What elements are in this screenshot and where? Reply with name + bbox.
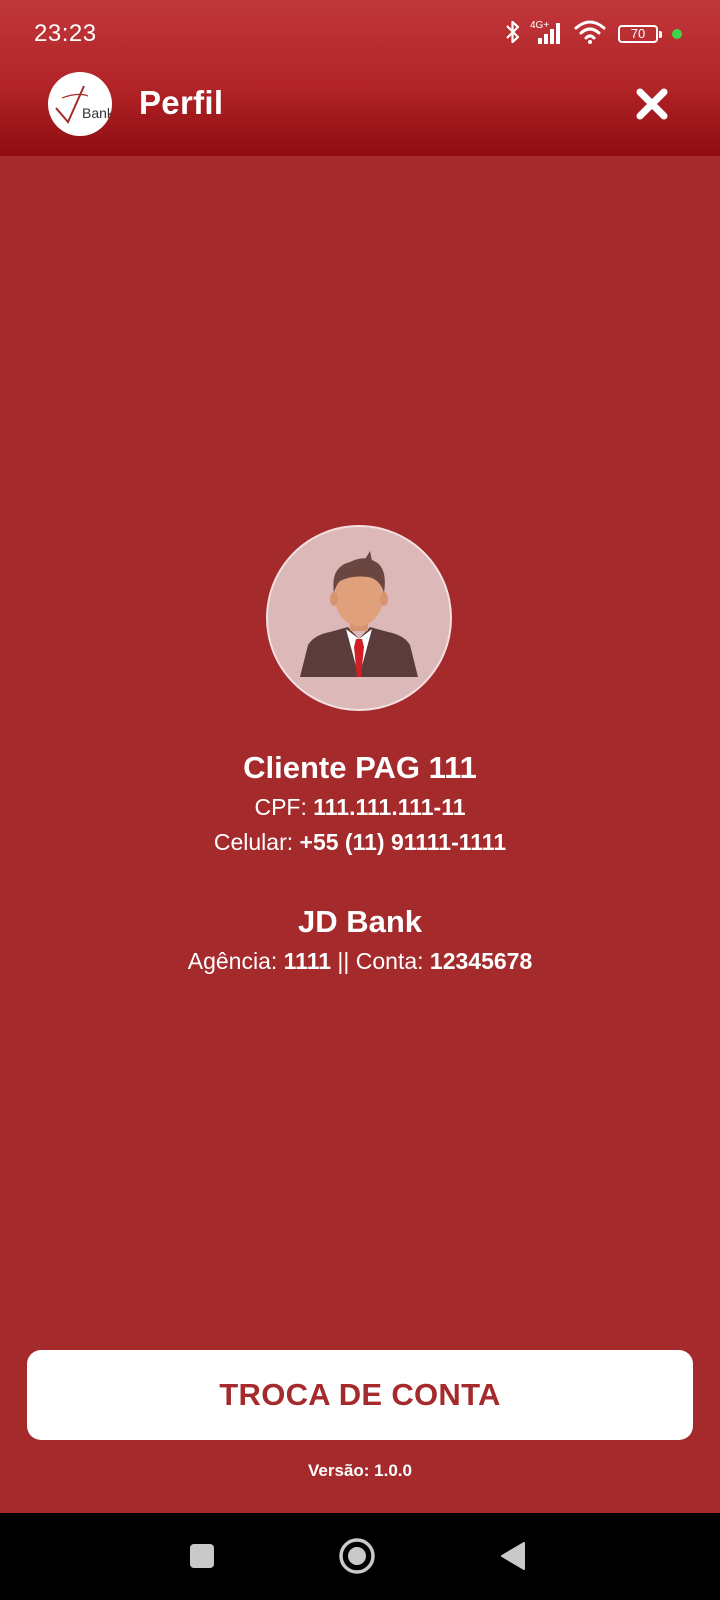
status-icons: 4G+ 70 bbox=[496, 18, 682, 50]
network-type-label: 4G+ bbox=[530, 20, 549, 31]
switch-account-button[interactable]: TROCA DE CONTA bbox=[27, 1350, 693, 1440]
signal-icon: 4G+ bbox=[530, 18, 566, 51]
account-label: Conta: bbox=[355, 948, 424, 974]
agency-label: Agência: bbox=[187, 948, 278, 974]
top-bar: 23:23 4G+ 70 Bank Perfil bbox=[0, 0, 720, 156]
bank-logo: Bank bbox=[48, 72, 112, 136]
bluetooth-icon bbox=[504, 19, 522, 50]
recents-icon bbox=[190, 1544, 214, 1568]
profile-info: Cliente PAG 111 CPF: 111.111.111-11 Celu… bbox=[0, 746, 720, 860]
page-title: Perfil bbox=[139, 84, 224, 121]
phone-value: +55 (11) 91111-1111 bbox=[299, 829, 507, 855]
recents-button[interactable] bbox=[179, 1533, 225, 1579]
version-text: Versão: 1.0.0 bbox=[308, 1461, 412, 1480]
status-bar: 23:23 4G+ 70 bbox=[0, 0, 720, 70]
home-button[interactable] bbox=[334, 1533, 380, 1579]
cpf-value: 111.111.111-11 bbox=[313, 794, 466, 820]
close-icon bbox=[636, 88, 668, 120]
system-nav-bar bbox=[0, 1513, 720, 1600]
back-button[interactable] bbox=[490, 1533, 536, 1579]
app-header: Bank Perfil bbox=[0, 70, 720, 156]
client-name: Cliente PAG 111 bbox=[243, 750, 477, 785]
bank-info: JD Bank Agência: 1111 || Conta: 12345678 bbox=[0, 900, 720, 979]
phone-line: Celular: +55 (11) 91111-1111 bbox=[0, 825, 720, 860]
separator: || bbox=[337, 948, 350, 974]
agency-value: 1111 bbox=[283, 948, 332, 974]
status-time: 23:23 bbox=[34, 20, 97, 47]
notification-dot bbox=[672, 29, 682, 39]
cpf-line: CPF: 111.111.111-11 bbox=[0, 790, 720, 825]
close-button[interactable] bbox=[630, 82, 674, 126]
user-avatar bbox=[268, 527, 450, 709]
battery-icon: 70 bbox=[618, 25, 662, 43]
account-line: Agência: 1111 || Conta: 12345678 bbox=[0, 944, 720, 979]
phone-label: Celular: bbox=[213, 829, 294, 855]
bank-name: JD Bank bbox=[297, 904, 423, 939]
back-icon bbox=[501, 1542, 525, 1570]
logo-text: Bank bbox=[82, 105, 112, 121]
cpf-label: CPF: bbox=[254, 794, 307, 820]
wifi-icon bbox=[574, 19, 606, 50]
home-icon bbox=[339, 1538, 375, 1574]
account-value: 12345678 bbox=[429, 948, 533, 974]
